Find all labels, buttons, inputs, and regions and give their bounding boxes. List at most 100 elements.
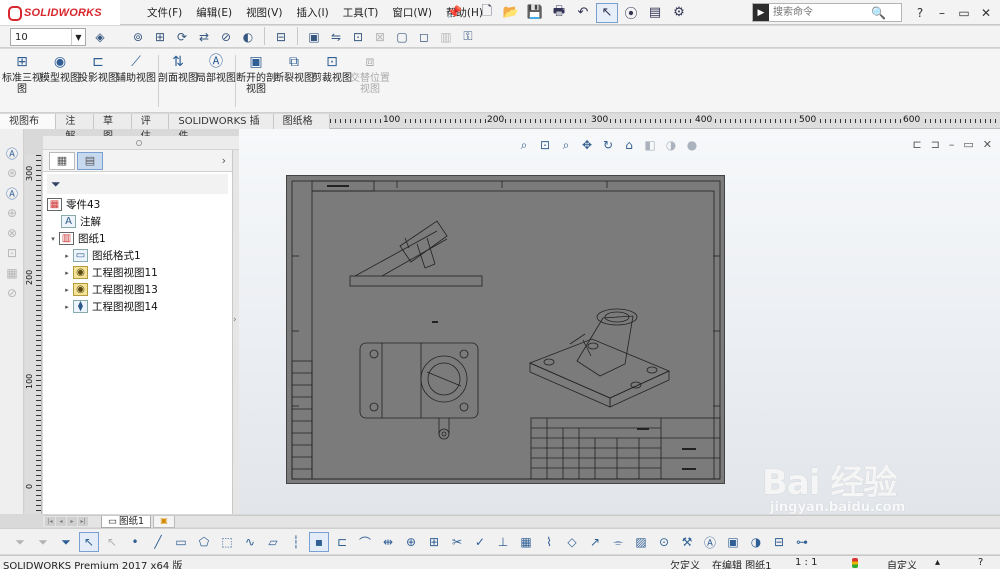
update-views-icon[interactable]: ⇄: [194, 27, 214, 46]
expand-icon[interactable]: ▸: [61, 269, 73, 277]
camera-icon[interactable]: ⌂: [620, 137, 638, 153]
restore-icon[interactable]: ▭: [956, 6, 972, 20]
point-select-icon[interactable]: ▪: [309, 532, 329, 552]
filter-faces-icon[interactable]: ⏷: [56, 532, 76, 552]
zoom-previous-icon[interactable]: ⌕: [557, 137, 575, 153]
plane-icon[interactable]: ▱: [263, 532, 283, 552]
balloon-tool-icon[interactable]: ⊙: [654, 532, 674, 552]
tree-item-view11[interactable]: ▸ ◉ 工程图视图11: [47, 264, 232, 281]
polygon-icon[interactable]: ⬠: [194, 532, 214, 552]
select-other-icon[interactable]: ↖: [102, 532, 122, 552]
point-icon[interactable]: •: [125, 532, 145, 552]
centerline-icon[interactable]: ⊘: [0, 283, 24, 303]
select-arrow-icon[interactable]: ↖: [596, 2, 618, 23]
close-icon[interactable]: ✕: [978, 6, 994, 20]
appearance-icon[interactable]: ●: [683, 137, 701, 153]
rectangle-icon[interactable]: ▭: [171, 532, 191, 552]
split-right-icon[interactable]: ⊐: [931, 138, 940, 151]
tab-addins[interactable]: SOLIDWORKS 插件: [169, 114, 274, 142]
tree-item-annotations[interactable]: A 注解: [47, 213, 232, 230]
layer-props-icon[interactable]: ◈: [90, 27, 110, 46]
split-left-icon[interactable]: ⊏: [912, 138, 921, 151]
menu-window[interactable]: 窗口(W): [385, 5, 439, 20]
tab-annotation[interactable]: 注解: [56, 114, 95, 142]
auto-balloon-icon[interactable]: Ⓐ: [0, 183, 24, 203]
check-icon[interactable]: ✓: [470, 532, 490, 552]
image-icon[interactable]: ▣: [723, 532, 743, 552]
line-icon[interactable]: ╱: [148, 532, 168, 552]
dimension-icon[interactable]: ⊞: [150, 27, 170, 46]
color-icon[interactable]: ◑: [746, 532, 766, 552]
relation-icon[interactable]: ⊥: [493, 532, 513, 552]
crop-view-button[interactable]: ⊡ 剪裁视图: [312, 53, 352, 109]
save-icon[interactable]: 💾: [524, 3, 546, 23]
file-properties-icon[interactable]: ▤: [644, 3, 666, 23]
layer-icon[interactable]: ⊟: [769, 532, 789, 552]
undo-icon[interactable]: ↶: [572, 3, 594, 23]
print-icon[interactable]: 🖶: [548, 3, 570, 23]
solidworks-logo[interactable]: SOLIDWORKS: [0, 0, 120, 25]
auxiliary-view-button[interactable]: ⟋ 辅助视图: [116, 53, 156, 109]
select-icon[interactable]: ↖: [79, 532, 99, 552]
first-sheet-icon[interactable]: |◂: [45, 517, 55, 526]
tangent-icon[interactable]: ⊘: [216, 27, 236, 46]
units-status[interactable]: 自定义: [887, 557, 917, 569]
add-sheet-button[interactable]: ▣: [153, 516, 175, 528]
mirror-entities-icon[interactable]: ⇹: [378, 532, 398, 552]
layer-scale-select[interactable]: 10 ▼: [10, 28, 86, 46]
tree-root[interactable]: ▦ 零件43: [47, 196, 232, 213]
filter-edges-icon[interactable]: ⏷: [33, 532, 53, 552]
tab-sheet-format[interactable]: 图纸格式: [273, 114, 330, 142]
expand-icon[interactable]: ▸: [61, 286, 73, 294]
balloon-icon[interactable]: ⊛: [0, 163, 24, 183]
table-icon[interactable]: ⊟: [271, 27, 291, 46]
display-style-icon[interactable]: ◧: [641, 137, 659, 153]
mirror-icon[interactable]: ⇋: [326, 27, 346, 46]
table-tool-icon[interactable]: ▦: [516, 532, 536, 552]
rebuild-traffic-light-icon[interactable]: ⦿: [620, 3, 642, 23]
feature-manager-tab-icon[interactable]: ▦: [49, 151, 75, 170]
search-mode-icon[interactable]: ▶: [753, 4, 769, 21]
filter-bar[interactable]: ⏷: [47, 174, 228, 194]
block-icon[interactable]: ▢: [392, 27, 412, 46]
break-view-button[interactable]: ⧉ 断裂视图: [274, 53, 314, 109]
help-status-icon[interactable]: ?: [978, 557, 983, 568]
filter-icon[interactable]: ⏷: [51, 177, 61, 192]
smart-dimension-icon[interactable]: ◇: [562, 532, 582, 552]
model-view-button[interactable]: ◉ 模型视图: [40, 53, 80, 109]
expand-icon[interactable]: ▸: [61, 252, 73, 260]
pin-icon[interactable]: 📌: [447, 5, 462, 19]
centerline-tool-icon[interactable]: ┆: [286, 532, 306, 552]
surface-finish-icon[interactable]: ⊕: [0, 203, 24, 223]
snap-icon[interactable]: ⊕: [401, 532, 421, 552]
chevron-down-icon[interactable]: ▼: [71, 29, 85, 45]
tab-view-layout[interactable]: 视图布局: [0, 114, 57, 142]
link-icon[interactable]: ⊡: [348, 27, 368, 46]
prev-sheet-icon[interactable]: ◂: [56, 517, 66, 526]
help-icon[interactable]: ?: [912, 6, 928, 20]
tree-item-view14[interactable]: ▸ ⧫ 工程图视图14: [47, 298, 232, 315]
weld-symbol-icon[interactable]: ⊗: [0, 223, 24, 243]
note-icon[interactable]: ◻: [414, 27, 434, 46]
viewport-close-icon[interactable]: ✕: [983, 138, 992, 151]
dimension-tool-icon[interactable]: ⊞: [424, 532, 444, 552]
geometric-tolerance-icon[interactable]: ▦: [0, 263, 24, 283]
spline-icon[interactable]: ∿: [240, 532, 260, 552]
standard-views-button[interactable]: ⊞ 标准三视图: [2, 53, 42, 109]
broken-out-section-button[interactable]: ▣ 断开的剖视图: [236, 53, 276, 109]
view-palette-icon[interactable]: ▣: [304, 27, 324, 46]
search-input[interactable]: [769, 4, 869, 21]
rotate-view-icon[interactable]: ⟳: [172, 27, 192, 46]
weld-tool-icon[interactable]: ⚒: [677, 532, 697, 552]
menu-tools[interactable]: 工具(T): [336, 5, 386, 20]
search-commands[interactable]: ▶ 🔍: [752, 3, 902, 22]
last-sheet-icon[interactable]: ▸|: [78, 517, 88, 526]
hatch-icon[interactable]: ▨: [631, 532, 651, 552]
units-menu-icon[interactable]: ▴: [935, 557, 940, 568]
new-document-icon[interactable]: 🗋: [476, 3, 498, 23]
menu-insert[interactable]: 插入(I): [289, 5, 335, 20]
drawing-sheet[interactable]: [286, 175, 725, 484]
cosmetic-thread-icon[interactable]: ⊠: [370, 27, 390, 46]
zoom-to-fit-icon[interactable]: ⌕: [515, 137, 533, 153]
box-icon[interactable]: ⬚: [217, 532, 237, 552]
